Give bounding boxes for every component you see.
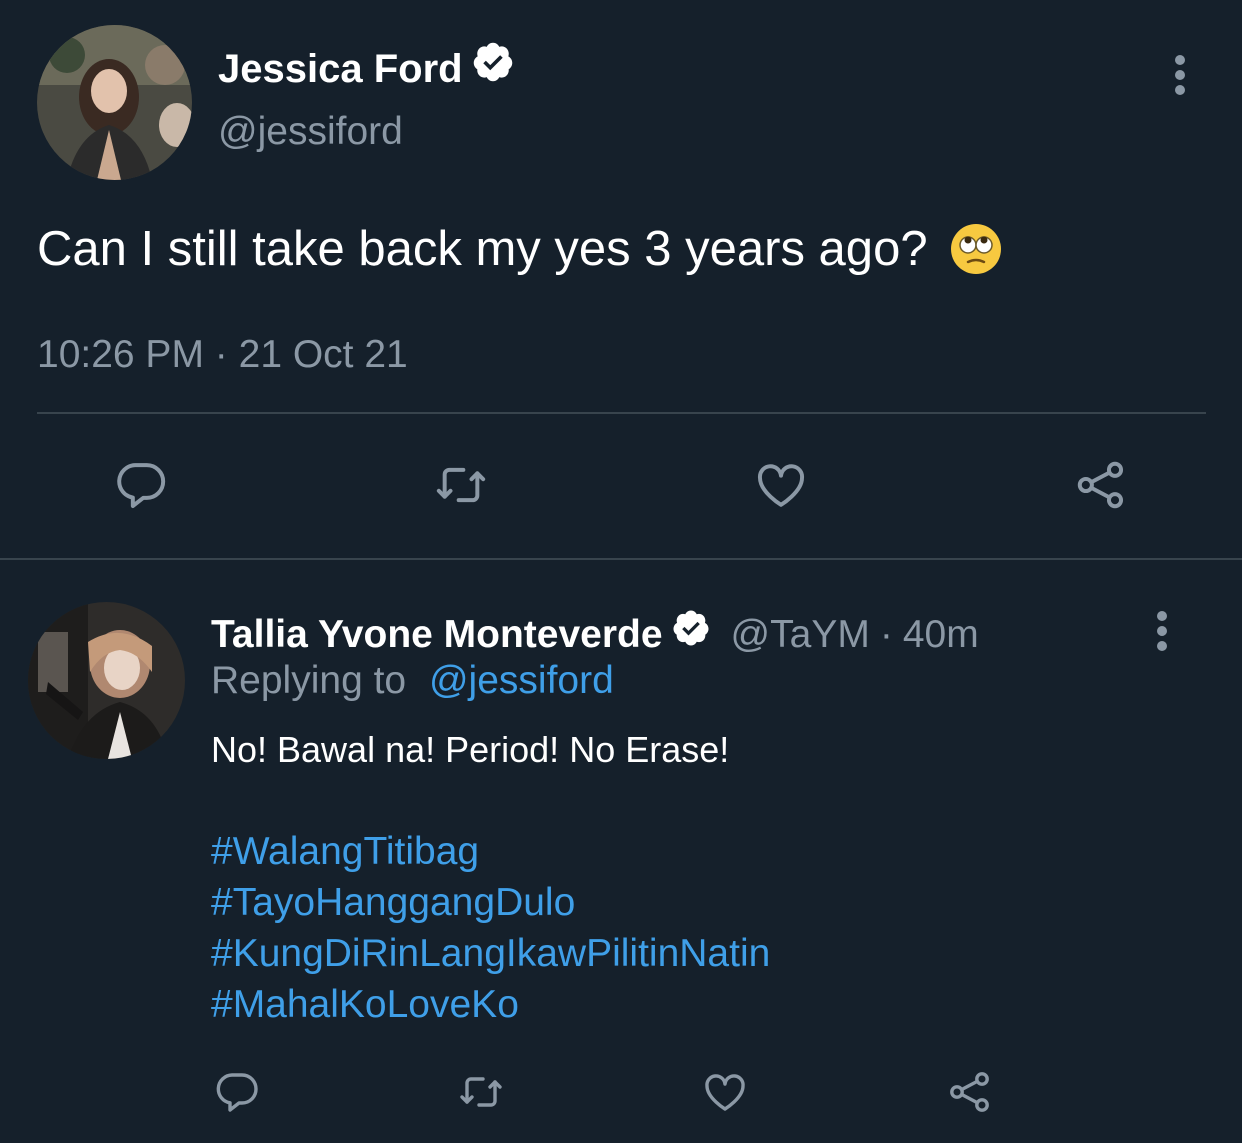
reply-time-ago[interactable]: 40m [903,610,979,660]
share-icon [946,1068,994,1121]
hashtag-link[interactable]: #TayoHanggangDulo [211,877,770,928]
hashtag-list: #WalangTitibag #TayoHanggangDulo #KungDi… [211,826,770,1030]
reply-icon [213,1068,261,1121]
heart-icon [753,457,809,518]
more-options-icon[interactable] [1160,52,1200,98]
reply-author-name[interactable]: Tallia Yvone Monteverde [211,610,663,660]
divider [37,412,1206,414]
author-name-row[interactable]: Jessica Ford [218,40,515,97]
avatar-image [28,602,185,759]
heart-icon [701,1068,749,1121]
replying-to: Replying to @jessiford [211,656,614,706]
retweet-button[interactable] [426,452,496,522]
reply-author-handle[interactable]: @TaYM [731,610,870,660]
tweet-text-row: Can I still take back my yes 3 years ago… [37,218,1002,280]
replying-to-label: Replying to [211,659,407,702]
reply-text: No! Bawal na! Period! No Erase! [211,729,730,770]
like-button[interactable] [746,452,816,522]
reply-avatar[interactable] [28,602,185,759]
hashtag-link[interactable]: #MahalKoLoveKo [211,979,770,1030]
author-handle[interactable]: @jessiford [218,106,403,158]
verified-badge-icon [471,40,515,97]
avatar-image [37,25,192,180]
face-with-rolling-eyes-icon [950,223,1002,275]
author-name[interactable]: Jessica Ford [218,43,463,95]
like-button[interactable] [695,1064,755,1124]
reply-button[interactable] [207,1064,267,1124]
retweet-icon [433,457,489,518]
more-options-icon[interactable] [1142,608,1182,654]
tweet-timestamp[interactable]: 10:26 PM · 21 Oct 21 [37,330,408,380]
retweet-button[interactable] [451,1064,511,1124]
timestamp-separator: · [214,333,228,376]
reply-icon [113,457,169,518]
hashtag-link[interactable]: #KungDiRinLangIkawPilitinNatin [211,928,770,979]
header-separator: · [879,612,893,656]
avatar[interactable] [37,25,192,180]
tweet-text: Can I still take back my yes 3 years ago… [37,222,928,276]
reply-button[interactable] [106,452,176,522]
verified-badge-icon [671,608,711,661]
hashtag-link[interactable]: #WalangTitibag [211,826,770,877]
divider [0,558,1242,560]
tweet-time: 10:26 PM [37,333,204,376]
share-button[interactable] [1066,452,1136,522]
share-button[interactable] [940,1064,1000,1124]
tweet-date: 21 Oct 21 [238,333,408,376]
replying-to-mention[interactable]: @jessiford [429,659,614,702]
share-icon [1073,457,1129,518]
reply-header: Tallia Yvone Monteverde @TaYM · 40m [211,608,979,661]
retweet-icon [457,1068,505,1121]
